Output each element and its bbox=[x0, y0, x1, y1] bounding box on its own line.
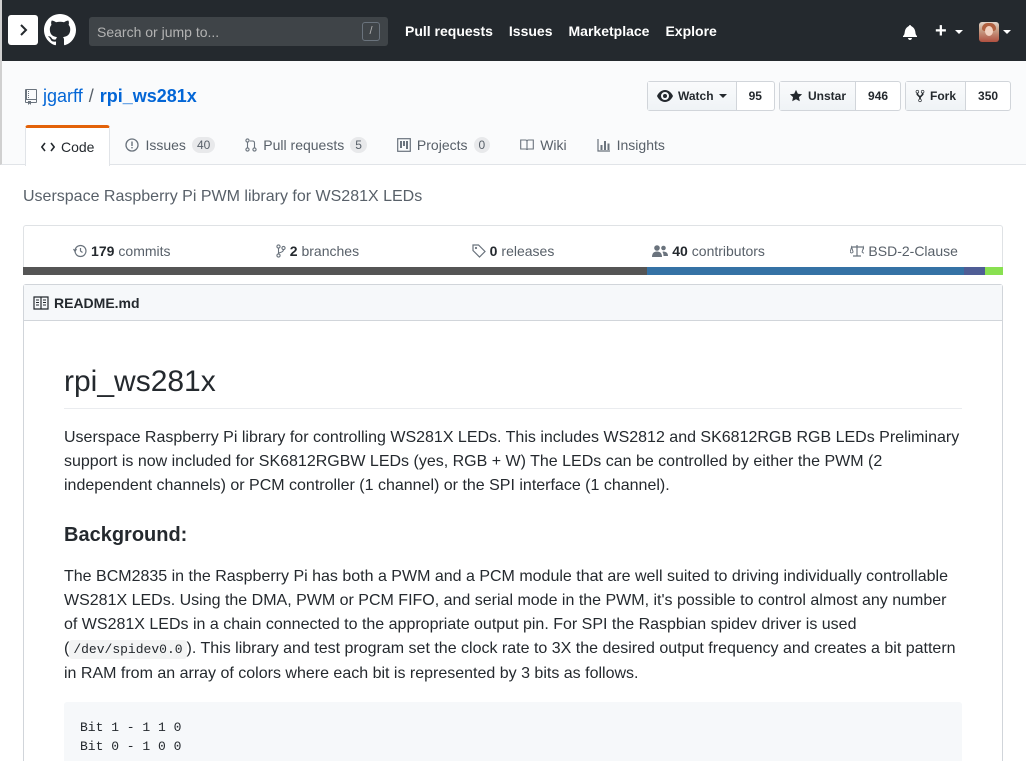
project-icon bbox=[397, 138, 411, 152]
commits-count: 179 bbox=[91, 242, 115, 259]
code-line: Bit 1 - 1 1 0 bbox=[80, 720, 182, 735]
fork-label: Fork bbox=[930, 89, 957, 103]
repo-name-link[interactable]: rpi_ws281x bbox=[100, 86, 197, 107]
tab-code[interactable]: Code bbox=[25, 125, 111, 166]
tab-counter: 0 bbox=[473, 137, 491, 153]
header-nav: Pull requests Issues Marketplace Explore bbox=[405, 23, 717, 39]
tab-counter: 40 bbox=[191, 137, 216, 153]
watch-label: Watch bbox=[678, 89, 714, 103]
tab-label: Wiki bbox=[540, 137, 567, 153]
contributors-label: contributors bbox=[691, 242, 765, 259]
tab-label: Pull requests bbox=[263, 137, 345, 153]
issue-icon bbox=[125, 138, 140, 152]
releases-count: 0 bbox=[489, 242, 498, 259]
sidebar-toggle-button[interactable] bbox=[8, 15, 38, 45]
graph-icon bbox=[597, 139, 610, 152]
background-text-2: ). This library and test program set the… bbox=[64, 640, 956, 682]
star-button-group: Unstar 946 bbox=[779, 81, 902, 111]
code-block: Bit 1 - 1 1 0 Bit 0 - 1 0 0 bbox=[64, 702, 962, 761]
search-input[interactable] bbox=[89, 17, 388, 46]
repo-owner-link[interactable]: jgarff bbox=[43, 86, 83, 107]
history-icon bbox=[73, 244, 87, 257]
readme-header: README.md bbox=[24, 285, 1002, 321]
contributors-count: 40 bbox=[672, 242, 688, 259]
plus-icon[interactable]: + bbox=[935, 21, 947, 41]
branches-count: 2 bbox=[289, 242, 298, 259]
nav-explore[interactable]: Explore bbox=[665, 23, 716, 39]
tab-insights[interactable]: Insights bbox=[582, 125, 680, 165]
unstar-button[interactable]: Unstar bbox=[780, 82, 857, 110]
create-dropdown-caret-icon[interactable] bbox=[955, 30, 963, 34]
wiki-icon bbox=[520, 139, 535, 151]
nav-pull-requests[interactable]: Pull requests bbox=[405, 23, 493, 39]
repo-tabs: Code Issues 40 Pull requests 5 Projects … bbox=[25, 125, 680, 166]
repo-icon bbox=[25, 88, 37, 105]
unstar-label: Unstar bbox=[808, 89, 847, 103]
license-label: BSD-2-Clause bbox=[868, 242, 958, 259]
user-dropdown-caret-icon[interactable] bbox=[1003, 30, 1011, 34]
chevron-right-icon bbox=[20, 24, 28, 36]
tab-label: Issues bbox=[145, 137, 186, 153]
nav-marketplace[interactable]: Marketplace bbox=[569, 23, 650, 39]
repo-header: jgarff / rpi_ws281x Watch 95 Unstar 946 … bbox=[0, 61, 1026, 166]
slash-shortcut-key: / bbox=[362, 22, 380, 41]
tab-projects[interactable]: Projects 0 bbox=[382, 125, 505, 165]
bell-icon[interactable] bbox=[902, 24, 918, 40]
stargazers-count[interactable]: 946 bbox=[856, 82, 900, 110]
branch-icon bbox=[276, 243, 286, 258]
people-icon bbox=[652, 244, 669, 257]
watch-button[interactable]: Watch bbox=[648, 82, 737, 110]
commits-label: commits bbox=[118, 242, 171, 259]
releases-label: releases bbox=[501, 242, 555, 259]
tab-issues[interactable]: Issues 40 bbox=[110, 125, 230, 165]
repo-path-separator: / bbox=[88, 86, 94, 106]
language-segment[interactable] bbox=[985, 267, 1003, 275]
readme-intro: Userspace Raspberry Pi library for contr… bbox=[64, 429, 960, 494]
readme-box: README.md rpi_ws281x Userspace Raspberry… bbox=[23, 284, 1003, 761]
nav-issues[interactable]: Issues bbox=[509, 23, 553, 39]
code-line: Bit 0 - 1 0 0 bbox=[80, 739, 182, 754]
readme-title: rpi_ws281x bbox=[64, 365, 962, 409]
watch-button-group: Watch 95 bbox=[647, 81, 775, 111]
global-header: / Pull requests Issues Marketplace Explo… bbox=[0, 0, 1026, 61]
tag-icon bbox=[472, 243, 486, 258]
book-icon bbox=[33, 295, 49, 310]
readme-content: rpi_ws281x Userspace Raspberry Pi librar… bbox=[24, 365, 1002, 761]
tab-wiki[interactable]: Wiki bbox=[505, 125, 581, 165]
eye-icon bbox=[657, 90, 673, 102]
background-heading: Background: bbox=[64, 524, 188, 546]
fork-button[interactable]: Fork bbox=[906, 82, 967, 110]
fork-button-group: Fork 350 bbox=[905, 81, 1012, 111]
tab-label: Insights bbox=[616, 137, 665, 153]
avatar[interactable] bbox=[979, 22, 999, 42]
repo-description: Userspace Raspberry Pi PWM library for W… bbox=[23, 188, 423, 205]
tab-counter: 5 bbox=[350, 137, 367, 153]
law-icon bbox=[850, 244, 865, 257]
search-box[interactable]: / bbox=[89, 17, 388, 46]
branches-label: branches bbox=[301, 242, 360, 259]
language-segment[interactable] bbox=[647, 267, 964, 275]
tab-label: Projects bbox=[416, 137, 468, 153]
code-icon bbox=[41, 142, 55, 152]
language-segment[interactable] bbox=[963, 267, 986, 275]
fork-icon bbox=[915, 89, 925, 103]
star-icon bbox=[789, 89, 803, 102]
tab-label: Code bbox=[61, 139, 95, 155]
language-segment[interactable] bbox=[23, 267, 648, 275]
language-bar[interactable] bbox=[23, 267, 1003, 275]
repo-title: jgarff / rpi_ws281x bbox=[25, 86, 197, 107]
pull-request-icon bbox=[245, 138, 257, 152]
inline-code: /dev/spidev0.0 bbox=[69, 640, 187, 659]
background-paragraph: The BCM2835 in the Raspberry Pi has both… bbox=[64, 565, 962, 686]
watchers-count[interactable]: 95 bbox=[737, 82, 774, 110]
tab-pull-requests[interactable]: Pull requests 5 bbox=[230, 125, 382, 165]
github-logo-icon[interactable] bbox=[44, 14, 76, 46]
readme-filename: README.md bbox=[54, 294, 140, 311]
caret-down-icon bbox=[718, 94, 727, 98]
forks-count[interactable]: 350 bbox=[966, 82, 1010, 110]
